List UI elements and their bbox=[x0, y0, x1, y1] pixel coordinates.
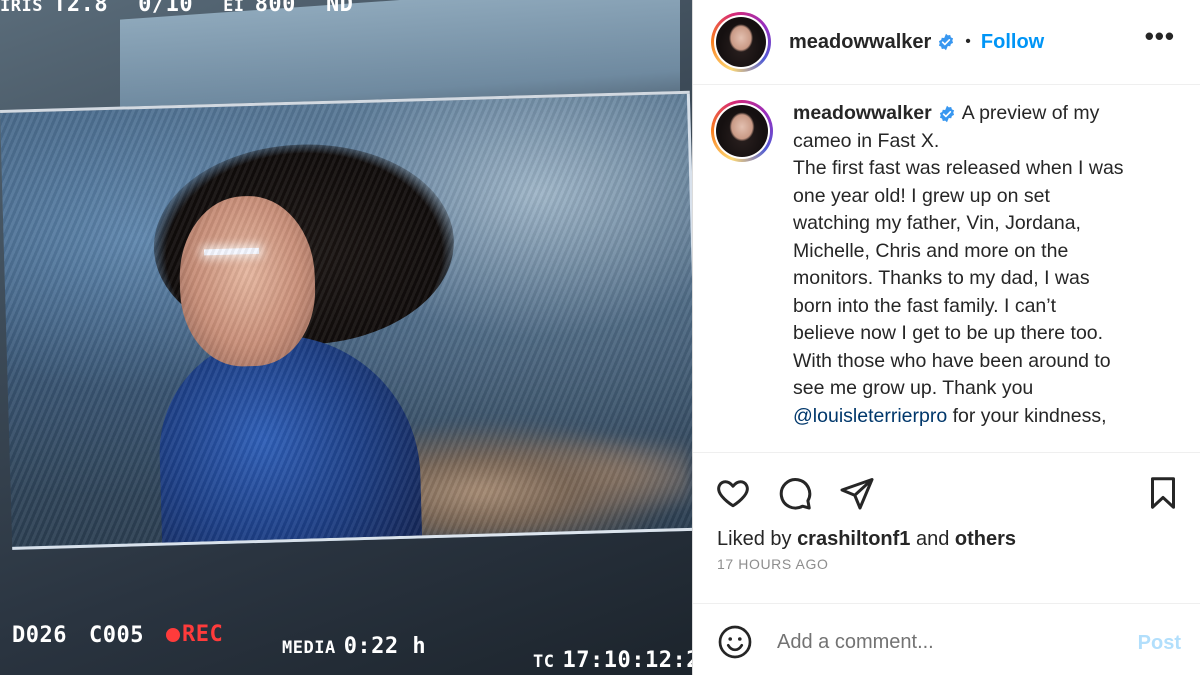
liked-prefix: Liked by bbox=[717, 528, 792, 550]
caption-line: born into the fast family. I can’t bbox=[793, 294, 1057, 317]
caption-line: With those who have been around to bbox=[793, 349, 1111, 372]
hud-reel: D026 bbox=[12, 622, 67, 648]
verified-badge-icon bbox=[937, 33, 955, 51]
caption-line: believe now I get to be up there too. bbox=[793, 322, 1104, 344]
caption-username[interactable]: meadowwalker bbox=[793, 102, 932, 124]
hud-top-readout: IRIS T2.8 0/10 EI 800 ND bbox=[0, 0, 353, 17]
caption-line: Michelle, Chris and more on the bbox=[793, 239, 1069, 262]
caption-line: cameo in Fast X. bbox=[793, 129, 940, 152]
liked-and: and bbox=[915, 528, 950, 550]
hud-tc-value: 17:10:12:20 bbox=[562, 648, 692, 673]
post-sidebar: meadowwalker • Follow ••• meadowwalker A… bbox=[692, 0, 1200, 675]
hud-media-label: MEDIA bbox=[282, 638, 336, 658]
header-username[interactable]: meadowwalker bbox=[789, 31, 931, 54]
liked-others-link[interactable]: others bbox=[955, 528, 1016, 550]
post-comment-button[interactable]: Post bbox=[1138, 632, 1181, 655]
hud-shutter: 0/10 bbox=[138, 0, 194, 17]
hud-clip: C005 bbox=[88, 622, 144, 648]
share-paper-plane-icon[interactable] bbox=[839, 475, 875, 511]
rec-dot-icon bbox=[165, 627, 180, 642]
comment-input[interactable] bbox=[777, 626, 1107, 658]
mention-link[interactable]: @louisleterrierpro bbox=[793, 405, 947, 427]
hud-tc-label: TC bbox=[533, 652, 555, 672]
caption-line: @louisleterrierpro for your kindness, bbox=[793, 404, 1107, 427]
post-header: meadowwalker • Follow ••• bbox=[693, 0, 1200, 85]
save-bookmark-icon[interactable] bbox=[1145, 475, 1181, 511]
more-options-icon[interactable]: ••• bbox=[1145, 23, 1175, 49]
verified-badge-icon bbox=[938, 105, 956, 123]
caption-line: The first fast was released when I was bbox=[793, 157, 1124, 179]
post-media[interactable]: IRIS T2.8 0/10 EI 800 ND D026 C005 REC M… bbox=[0, 0, 692, 675]
hud-media-readout: MEDIA 0:22 h bbox=[282, 634, 426, 659]
post-timestamp[interactable]: 17 HOURS AGO bbox=[717, 556, 828, 572]
emoji-smiley-icon[interactable] bbox=[717, 624, 753, 660]
action-bar bbox=[693, 452, 1200, 532]
comment-bubble-icon[interactable] bbox=[777, 475, 813, 511]
likes-summary: Liked by crashiltonf1 and others bbox=[717, 528, 1016, 551]
caption-line: monitors. Thanks to my dad, I was bbox=[793, 267, 1090, 289]
caption-line: one year old! I grew up on set bbox=[793, 184, 1050, 207]
comment-bar: Post bbox=[693, 603, 1200, 675]
caption-line: watching my father, Vin, Jordana, bbox=[793, 212, 1081, 234]
hud-media-value: 0:22 h bbox=[343, 634, 427, 659]
hud-timecode: TC 17:10:12:20 bbox=[533, 648, 692, 673]
like-heart-icon[interactable] bbox=[715, 475, 751, 511]
caption-section: meadowwalker A preview of my cameo in Fa… bbox=[693, 86, 1200, 452]
hud-ei: EI 800 bbox=[223, 0, 296, 17]
header-avatar[interactable] bbox=[711, 12, 771, 72]
caption-text: meadowwalker A preview of my cameo in Fa… bbox=[793, 100, 1153, 452]
hud-rec: REC bbox=[165, 622, 223, 647]
hud-nd: ND bbox=[325, 0, 354, 17]
caption-line: meadowwalker A preview of my bbox=[793, 100, 1153, 128]
liked-user-link[interactable]: crashiltonf1 bbox=[797, 528, 910, 550]
caption-first-line: A preview of my bbox=[961, 102, 1100, 124]
monitor-frame bbox=[0, 90, 692, 550]
caption-line: see me grow up. Thank you bbox=[793, 377, 1034, 399]
hud-iris: IRIS T2.8 bbox=[0, 0, 109, 17]
hud-clip-readout: D026 C005 REC bbox=[12, 622, 223, 648]
header-separator: • bbox=[965, 33, 971, 50]
moire-overlay bbox=[0, 93, 692, 547]
caption-avatar[interactable] bbox=[711, 100, 773, 162]
follow-button[interactable]: Follow bbox=[981, 31, 1044, 54]
